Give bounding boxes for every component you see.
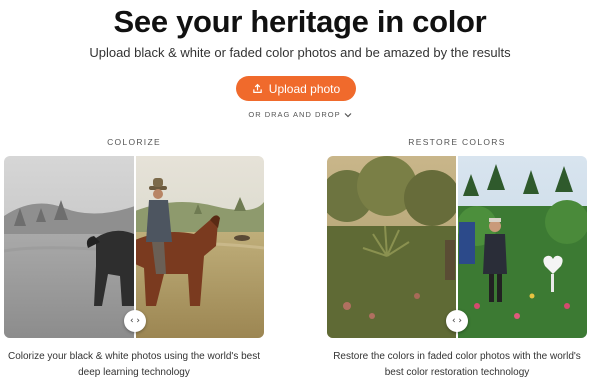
restore-caption: Restore the colors in faded color photos… [312, 349, 600, 381]
hero-subtitle: Upload black & white or faded color phot… [89, 45, 511, 60]
colorize-caption: Colorize your black & white photos using… [0, 349, 279, 381]
upload-photo-button[interactable]: Upload photo [236, 76, 356, 101]
restore-comparison-slider[interactable]: ‹ › [327, 156, 587, 338]
drag-and-drop-label: OR DRAG AND DROP [248, 110, 341, 119]
restore-colors-section-label: RESTORE COLORS [408, 137, 506, 147]
colorize-section-label: COLORIZE [107, 137, 161, 147]
restore-caption-line-2: best color restoration technology [384, 367, 530, 378]
comparison-handle[interactable]: ‹ › [446, 310, 468, 332]
colorize-caption-line-2: deep learning technology [78, 367, 190, 378]
colorize-caption-line-1: Colorize your black & white photos using… [7, 351, 261, 362]
upload-icon [253, 83, 262, 93]
chevron-down-icon [344, 112, 352, 117]
upload-photo-label: Upload photo [268, 81, 341, 96]
hero-title: See your heritage in color [113, 4, 487, 39]
restore-caption-line-1: Restore the colors in faded color photos… [333, 351, 581, 362]
comparison-handle[interactable]: ‹ › [124, 310, 146, 332]
drag-and-drop-toggle[interactable]: OR DRAG AND DROP [0, 110, 600, 119]
colorize-comparison-slider[interactable]: ‹ › [4, 156, 264, 338]
